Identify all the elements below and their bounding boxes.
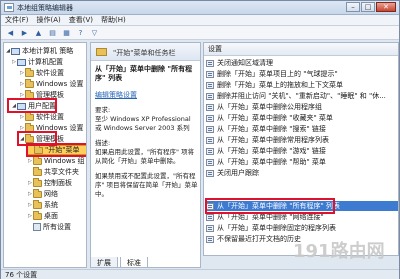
- setting-item[interactable]: 删除「开始」菜单项目上的 "气球提示": [206, 69, 338, 79]
- column-header-setting[interactable]: 设置: [204, 43, 398, 56]
- policy-setting-icon: [206, 59, 214, 67]
- highlight-user-config: [7, 98, 57, 113]
- help-icon[interactable]: ?: [75, 28, 86, 38]
- computer-config-icon: [17, 58, 26, 66]
- policy-setting-icon: [206, 92, 214, 100]
- setting-item[interactable]: 删除「开始」菜单上的拖放和上下文菜单: [206, 80, 343, 90]
- folder-icon: [33, 199, 42, 209]
- folder-icon: [33, 210, 42, 220]
- folder-icon: [33, 155, 42, 165]
- back-arrow-icon[interactable]: ◀: [5, 28, 16, 38]
- description-text-2: 如果禁用或不配置此设置，"所有程序" 项目将保留在简单「开始」菜单中。: [95, 172, 198, 198]
- tree-item-windows-components[interactable]: ▷ Windows 组: [27, 155, 84, 166]
- policy-setting-icon: [206, 125, 214, 133]
- folder-icon: [33, 177, 42, 187]
- highlight-selected-setting: [205, 198, 335, 214]
- tree-item-all-settings[interactable]: 所有设置: [27, 222, 71, 232]
- menu-file[interactable]: 文件(F): [5, 15, 29, 25]
- tree-pane[interactable]: ◢ 本地计算机 策略 ▷ 计算机配置 ▷ 软件设置 ▷ Windows 设置 ▷…: [3, 42, 87, 268]
- settings-list-pane[interactable]: 设置 关闭通知区域清理 删除「开始」菜单项目上的 "气球提示" 删除「开始」菜单…: [203, 42, 399, 256]
- menu-action[interactable]: 操作(A): [37, 15, 61, 25]
- folder-icon: [33, 166, 42, 176]
- policy-setting-icon: [206, 224, 214, 232]
- tree-item-user-software-settings[interactable]: ▷ 软件设置: [19, 111, 64, 122]
- close-button[interactable]: ✕: [376, 2, 396, 12]
- description-pane: "开始"菜单和任务栏 从「开始」菜单中删除 "所有程序" 列表 编辑策略设置 要…: [90, 42, 201, 268]
- setting-item[interactable]: 删除并阻止访问 "关机"、"重新启动"、"睡眠" 和 "休...: [206, 91, 386, 101]
- setting-item[interactable]: 从「开始」菜单中删除 "帮助" 菜单: [206, 157, 326, 167]
- setting-item[interactable]: 从「开始」菜单中删除常用程序列表: [206, 135, 329, 145]
- policy-setting-icon: [206, 114, 214, 122]
- setting-item[interactable]: 从「开始」菜单中删除 "搜索" 链接: [206, 124, 326, 134]
- setting-item[interactable]: 从「开始」菜单中删除 "游戏" 链接: [206, 146, 326, 156]
- tree-item-software-settings[interactable]: ▷ 软件设置: [19, 67, 64, 78]
- view-tabs: 扩展 标准: [90, 257, 200, 268]
- forward-arrow-icon[interactable]: ▶: [19, 28, 30, 38]
- gpedit-window: 本地组策略编辑器 – □ ✕ 文件(F) 操作(A) 查看(V) 帮助(H) ◀…: [0, 0, 400, 279]
- folder-icon: [96, 48, 107, 56]
- policy-title: 从「开始」菜单中删除 "所有程序" 列表: [95, 65, 193, 82]
- tree-item-network[interactable]: ▷ 网络: [27, 188, 58, 199]
- tab-extended[interactable]: 扩展: [90, 257, 118, 268]
- highlight-start-menu: [26, 143, 86, 157]
- policy-setting-icon: [206, 136, 214, 144]
- setting-item[interactable]: 从「开始」菜单中删除固定的程序列表: [206, 223, 336, 233]
- setting-item[interactable]: 关闭通知区域清理: [206, 58, 273, 68]
- description-label: 描述:: [95, 139, 111, 147]
- minimize-button[interactable]: –: [346, 2, 360, 12]
- tab-standard[interactable]: 标准: [120, 257, 148, 268]
- tree-item-control-panel[interactable]: ▷ 控制面板: [27, 177, 72, 188]
- setting-item[interactable]: 从「开始」菜单中删除 "收藏夹" 菜单: [206, 113, 333, 123]
- tree-item-desktop[interactable]: ▷ 桌面: [27, 210, 58, 221]
- policy-setting-icon: [206, 213, 214, 221]
- policy-setting-icon: [206, 81, 214, 89]
- edit-policy-link[interactable]: 编辑策略设置: [95, 90, 199, 100]
- folder-icon: [33, 188, 42, 198]
- policy-setting-icon: [206, 103, 214, 111]
- tree-item-windows-settings[interactable]: ▷ Windows 设置: [19, 78, 83, 89]
- toolbar: ◀ ▶ ▲ ▤ ▦ ? ▽: [1, 26, 399, 40]
- title-bar[interactable]: 本地组策略编辑器 – □ ✕: [1, 1, 399, 15]
- filter-icon[interactable]: ▽: [89, 28, 100, 38]
- menu-help[interactable]: 帮助(H): [101, 15, 126, 25]
- menu-view[interactable]: 查看(V): [69, 15, 93, 25]
- tree-item-shared-folders[interactable]: 共享文件夹: [27, 166, 79, 177]
- folder-icon: [25, 111, 34, 121]
- policy-setting-icon: [206, 235, 214, 243]
- policy-setting-icon: [206, 158, 214, 166]
- setting-item[interactable]: 不保留最近打开文档的历史: [206, 234, 301, 244]
- app-icon: [4, 3, 14, 12]
- policy-setting-icon: [206, 169, 214, 177]
- tree-item-local-policy[interactable]: ◢ 本地计算机 策略: [5, 46, 73, 56]
- show-hide-tree-icon[interactable]: ▤: [47, 28, 58, 38]
- computer-icon: [11, 47, 20, 55]
- requirements-text: 至少 Windows XP Professional 或 Windows Ser…: [95, 115, 191, 132]
- folder-icon: [25, 67, 34, 77]
- menu-bar: 文件(F) 操作(A) 查看(V) 帮助(H): [1, 15, 399, 26]
- folder-icon: [25, 78, 34, 88]
- window-title: 本地组策略编辑器: [17, 4, 73, 12]
- description-text: 如果启用此设置，"所有程序" 项将从简化「开始」菜单中删除。: [95, 148, 195, 165]
- tree-item-system[interactable]: ▷ 系统: [27, 199, 58, 210]
- export-list-icon[interactable]: ▦: [61, 28, 72, 38]
- requirements-label: 要求:: [95, 106, 111, 114]
- policy-setting-icon: [206, 147, 214, 155]
- status-bar: 76 个设置: [1, 269, 399, 279]
- setting-item[interactable]: 从「开始」菜单中删除公用程序组: [206, 102, 322, 112]
- folder-up-icon[interactable]: ▲: [33, 28, 44, 38]
- all-settings-icon: [33, 223, 41, 231]
- policy-setting-icon: [206, 70, 214, 78]
- setting-item[interactable]: 关闭用户跟踪: [206, 168, 259, 178]
- tree-item-computer-config[interactable]: ▷ 计算机配置: [11, 57, 63, 67]
- description-header: "开始"菜单和任务栏: [91, 43, 200, 61]
- maximize-button[interactable]: □: [361, 2, 375, 12]
